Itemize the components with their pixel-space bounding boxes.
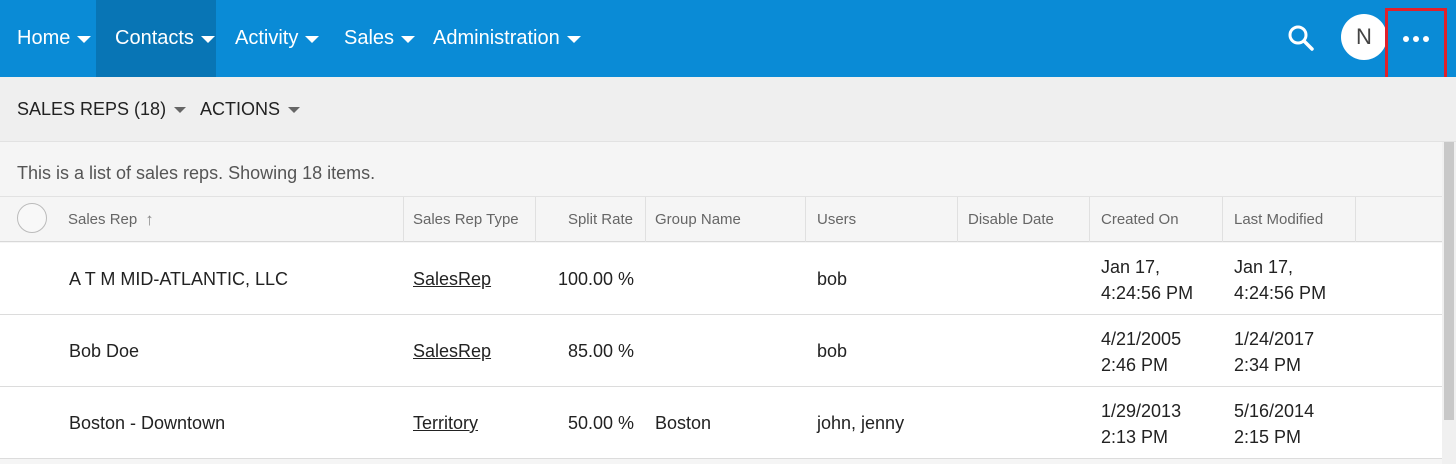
column-label: Group Name bbox=[655, 211, 741, 228]
last-modified-date: 1/24/2017 bbox=[1234, 329, 1315, 349]
created-on-date: 1/29/2013 bbox=[1101, 401, 1182, 421]
nav-contacts-label: Contacts bbox=[115, 27, 194, 49]
table-header: Sales Rep ↑ Sales Rep Type Split Rate Gr… bbox=[0, 196, 1442, 242]
chevron-down-icon bbox=[288, 106, 301, 113]
column-header-split-rate[interactable]: Split Rate bbox=[536, 197, 646, 242]
more-horizontal-icon bbox=[1403, 35, 1429, 42]
created-on-time: 2:46 PM bbox=[1101, 355, 1169, 375]
column-label: Sales Rep Type bbox=[413, 211, 519, 228]
avatar-initial: N bbox=[1356, 24, 1372, 49]
nav-contacts[interactable]: Contacts bbox=[96, 0, 216, 77]
sales-rep-name: A T M MID-ATLANTIC, LLC bbox=[69, 269, 289, 289]
last-modified-date: 5/16/2014 bbox=[1234, 401, 1315, 421]
column-label: Created On bbox=[1101, 211, 1179, 228]
nav-activity[interactable]: Activity bbox=[235, 0, 320, 77]
sales-rep-type-link[interactable]: Territory bbox=[413, 410, 478, 436]
column-label: Last Modified bbox=[1234, 211, 1324, 228]
actions-dropdown[interactable]: ACTIONS bbox=[200, 77, 301, 142]
search-button[interactable] bbox=[1285, 22, 1317, 54]
column-label: Split Rate bbox=[567, 211, 633, 228]
last-modified-time: 4:24:56 PM bbox=[1234, 283, 1327, 303]
list-header-bar: SALES REPS (18) ACTIONS bbox=[0, 77, 1456, 142]
last-modified-date: Jan 17, bbox=[1234, 257, 1294, 277]
last-modified: 1/24/2017 2:34 PM bbox=[1234, 326, 1314, 378]
last-modified: 5/16/2014 2:15 PM bbox=[1234, 398, 1314, 450]
vertical-scrollbar[interactable] bbox=[1442, 142, 1456, 464]
sales-rep-type-link[interactable]: SalesRep bbox=[413, 338, 491, 364]
chevron-down-icon bbox=[174, 106, 187, 113]
table-row[interactable]: Boston - Downtown Territory 50.00 % Bost… bbox=[0, 387, 1442, 459]
chevron-down-icon bbox=[305, 36, 320, 43]
column-label: Users bbox=[817, 211, 857, 228]
scrollbar-thumb[interactable] bbox=[1444, 142, 1454, 420]
column-label: Disable Date bbox=[968, 211, 1054, 228]
chevron-down-icon bbox=[77, 36, 92, 43]
sales-rep-name: Boston - Downtown bbox=[69, 413, 226, 433]
chevron-down-icon bbox=[566, 36, 581, 43]
last-modified-time: 2:15 PM bbox=[1234, 427, 1302, 447]
sales-rep-type-link[interactable]: SalesRep bbox=[413, 266, 491, 292]
nav-home[interactable]: Home bbox=[17, 0, 92, 77]
chevron-down-icon bbox=[200, 36, 215, 43]
created-on-date: 4/21/2005 bbox=[1101, 329, 1182, 349]
column-header-group-name[interactable]: Group Name bbox=[646, 197, 806, 242]
top-navigation-bar: Home Contacts Activity Sales Administrat… bbox=[0, 0, 1456, 77]
users: john, jenny bbox=[817, 413, 905, 433]
created-on-time: 4:24:56 PM bbox=[1101, 283, 1194, 303]
column-label: Sales Rep bbox=[68, 211, 138, 228]
created-on: Jan 17, 4:24:56 PM bbox=[1101, 254, 1193, 306]
users: bob bbox=[817, 269, 848, 289]
last-modified: Jan 17, 4:24:56 PM bbox=[1234, 254, 1326, 306]
table-row[interactable]: A T M MID-ATLANTIC, LLC SalesRep 100.00 … bbox=[0, 243, 1442, 315]
nav-administration-label: Administration bbox=[433, 27, 560, 49]
column-header-sales-rep-type[interactable]: Sales Rep Type bbox=[404, 197, 536, 242]
nav-administration[interactable]: Administration bbox=[433, 0, 581, 77]
list-caption: This is a list of sales reps. Showing 18… bbox=[17, 163, 376, 183]
sort-ascending-icon: ↑ bbox=[145, 209, 154, 229]
chevron-down-icon bbox=[401, 36, 416, 43]
last-modified-time: 2:34 PM bbox=[1234, 355, 1302, 375]
user-avatar[interactable]: N bbox=[1341, 14, 1387, 60]
column-header-last-modified[interactable]: Last Modified bbox=[1223, 197, 1356, 242]
split-rate: 85.00 % bbox=[567, 341, 634, 361]
users: bob bbox=[817, 341, 848, 361]
column-header-users[interactable]: Users bbox=[806, 197, 958, 242]
nav-sales-label: Sales bbox=[344, 27, 395, 49]
split-rate: 50.00 % bbox=[567, 413, 634, 433]
created-on: 1/29/2013 2:13 PM bbox=[1101, 398, 1181, 450]
nav-activity-label: Activity bbox=[235, 27, 299, 49]
list-selector-label: SALES REPS (18) bbox=[17, 99, 167, 119]
actions-label: ACTIONS bbox=[200, 99, 281, 119]
column-header-sales-rep[interactable]: Sales Rep ↑ bbox=[68, 197, 404, 242]
group-name: Boston bbox=[655, 413, 712, 433]
sales-rep-name: Bob Doe bbox=[69, 341, 140, 361]
search-icon bbox=[1288, 25, 1314, 51]
list-selector-dropdown[interactable]: SALES REPS (18) bbox=[17, 77, 187, 142]
select-all-checkbox[interactable] bbox=[17, 203, 47, 233]
nav-home-label: Home bbox=[17, 27, 71, 49]
column-header-disable-date[interactable]: Disable Date bbox=[958, 197, 1090, 242]
split-rate: 100.00 % bbox=[557, 269, 634, 289]
table-row[interactable]: Bob Doe SalesRep 85.00 % bob 4/21/2005 2… bbox=[0, 315, 1442, 387]
column-header-created-on[interactable]: Created On bbox=[1090, 197, 1223, 242]
created-on: 4/21/2005 2:46 PM bbox=[1101, 326, 1181, 378]
created-on-time: 2:13 PM bbox=[1101, 427, 1169, 447]
created-on-date: Jan 17, bbox=[1101, 257, 1161, 277]
nav-sales[interactable]: Sales bbox=[344, 0, 416, 77]
